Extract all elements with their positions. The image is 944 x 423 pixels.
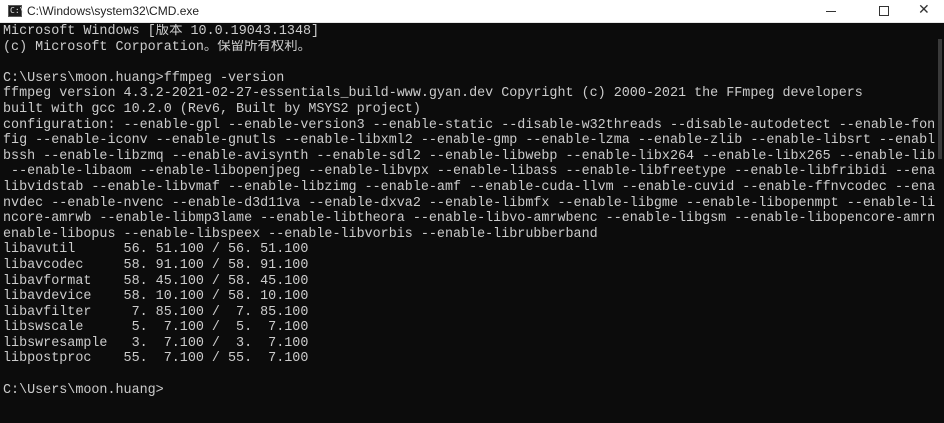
close-button[interactable]: ✕ <box>914 0 944 22</box>
console-line: ffmpeg version 4.3.2-2021-02-27-essentia… <box>3 86 863 102</box>
console-line: libvidstab --enable-libvmaf --enable-lib… <box>3 179 936 195</box>
console-line: libavformat 58. 45.100 / 58. 45.100 <box>3 273 309 289</box>
console-line: enable-libopus --enable-libspeex --enabl… <box>3 226 598 242</box>
console-line: libswscale 5. 7.100 / 5. 7.100 <box>3 320 309 336</box>
window-title: C:\Windows\system32\CMD.exe <box>27 4 200 18</box>
console-line: built with gcc 10.2.0 (Rev6, Built by MS… <box>3 101 421 117</box>
console-line: libavfilter 7. 85.100 / 7. 85.100 <box>3 304 309 320</box>
console-line: libpostproc 55. 7.100 / 55. 7.100 <box>3 351 309 367</box>
close-icon: ✕ <box>918 2 930 18</box>
maximize-icon <box>879 6 889 16</box>
console-line: bssh --enable-libzmq --enable-avisynth -… <box>3 148 936 164</box>
cmd-window: C:\ C:\Windows\system32\CMD.exe ✕ Micros… <box>0 0 944 423</box>
cmd-app-icon[interactable]: C:\ <box>8 5 25 17</box>
scrollbar-thumb[interactable] <box>938 39 942 159</box>
console-line: C:\Users\moon.huang> <box>3 382 164 398</box>
console-line: --enable-libaom --enable-libopenjpeg --e… <box>3 164 936 180</box>
console-line: Microsoft Windows [版本 10.0.19043.1348] <box>3 24 320 39</box>
cmd-icon-glyph: C:\ <box>10 6 25 15</box>
console-line: nvdec --enable-nvenc --enable-d3d11va --… <box>3 195 936 211</box>
console-output[interactable]: Microsoft Windows [版本 10.0.19043.1348] (c… <box>3 24 936 423</box>
vertical-scrollbar[interactable] <box>936 23 944 423</box>
console-line: ncore-amrwb --enable-libmp3lame --enable… <box>3 211 936 227</box>
console-line: configuration: --enable-gpl --enable-ver… <box>3 117 936 133</box>
minimize-icon <box>826 11 836 12</box>
console-line: (c) Microsoft Corporation。保留所有权利。 <box>3 39 312 55</box>
console-line: C:\Users\moon.huang>ffmpeg -version <box>3 70 285 86</box>
title-bar[interactable]: C:\ C:\Windows\system32\CMD.exe ✕ <box>0 0 944 23</box>
console-line: fig --enable-iconv --enable-gnutls --ena… <box>3 133 936 149</box>
console-line: libavutil 56. 51.100 / 56. 51.100 <box>3 242 309 258</box>
console-line: libswresample 3. 7.100 / 3. 7.100 <box>3 335 309 351</box>
minimize-button[interactable] <box>808 0 854 22</box>
console-line: libavdevice 58. 10.100 / 58. 10.100 <box>3 289 309 305</box>
console-line: libavcodec 58. 91.100 / 58. 91.100 <box>3 257 309 273</box>
maximize-button[interactable] <box>861 0 907 22</box>
